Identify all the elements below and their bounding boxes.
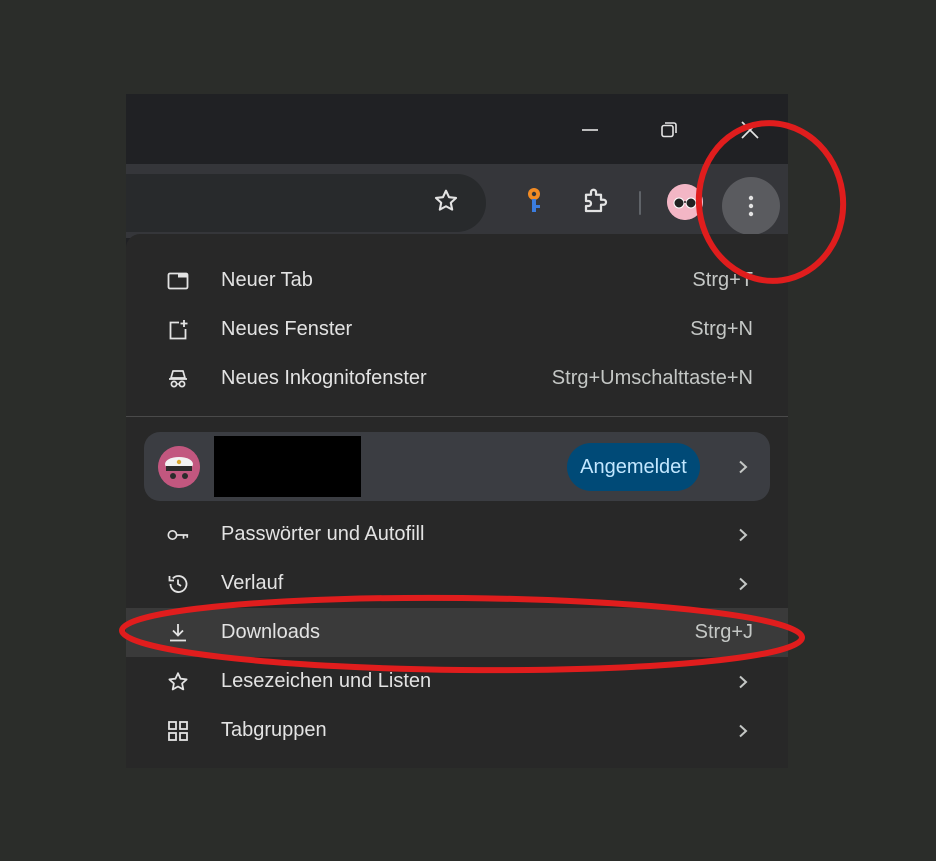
menu-item-history[interactable]: Verlauf [126,559,788,608]
bookmark-star-button[interactable] [426,181,466,221]
menu-item-shortcut: Strg+T [692,269,753,291]
history-icon [166,572,190,596]
menu-item-tab-groups[interactable]: Tabgruppen [126,706,788,755]
minimize-button[interactable] [570,116,610,144]
menu-item-label: Downloads [221,621,320,643]
close-icon [741,121,759,139]
menu-item-partial [126,755,788,768]
title-bar [126,94,788,164]
chrome-menu-button[interactable] [722,177,780,235]
toolbar [126,164,788,238]
toolbar-separator [639,191,641,215]
menu-item-shortcut: Strg+N [690,318,753,340]
profile-avatar-button[interactable] [667,184,703,220]
menu-item-downloads[interactable]: Downloads Strg+J [126,608,788,657]
chevron-right-icon [736,675,750,689]
menu-item-incognito[interactable]: Neues Inkognitofenster Strg+Umschalttast… [126,354,788,403]
new-tab-icon [166,269,190,293]
incognito-icon [166,367,190,391]
key-icon [528,188,540,212]
chevron-right-icon [736,577,750,591]
close-window-button[interactable] [730,116,770,144]
puzzle-icon [584,188,608,213]
password-extension-button[interactable] [514,181,554,221]
tab-groups-icon [166,719,190,743]
signed-in-status-badge[interactable]: Angemeldet [567,443,700,491]
avatar-captain-hat [158,446,200,488]
menu-item-label: Verlauf [221,572,284,594]
menu-item-shortcut: Strg+J [694,621,753,643]
menu-item-label: Lesezeichen und Listen [221,670,432,692]
chevron-right-icon [736,528,750,542]
new-window-icon [166,318,190,342]
extensions-button[interactable] [576,181,616,221]
chrome-main-menu: Neuer Tab Strg+T Neues Fenster Strg+N Ne… [126,234,788,768]
menu-item-passwords-autofill[interactable]: Passwörter und Autofill [126,510,788,559]
star-outline-icon [166,670,190,694]
profile-name-redacted [214,436,361,497]
minimize-icon [582,129,598,131]
chevron-right-icon [736,460,750,474]
menu-item-label: Neues Inkognitofenster [221,367,427,389]
menu-item-bookmarks-lists[interactable]: Lesezeichen und Listen [126,657,788,706]
menu-item-shortcut: Strg+Umschalttaste+N [551,367,753,389]
restore-icon [661,122,677,138]
restore-button[interactable] [649,116,689,144]
menu-item-label: Neues Fenster [221,318,353,340]
menu-item-label: Neuer Tab [221,269,313,291]
menu-item-label: Tabgruppen [221,719,327,741]
avatar-sunglasses [667,184,703,220]
menu-divider [126,416,788,417]
menu-item-new-window[interactable]: Neues Fenster Strg+N [126,305,788,354]
browser-window: Neuer Tab Strg+T Neues Fenster Strg+N Ne… [126,94,788,768]
menu-item-new-tab[interactable]: Neuer Tab Strg+T [126,256,788,305]
partial-icon [166,765,190,768]
chevron-right-icon [736,724,750,738]
star-outline-icon [434,189,458,211]
menu-item-label: Passwörter und Autofill [221,523,425,545]
profile-card[interactable]: Angemeldet [144,432,770,501]
three-dots-vertical-icon [748,195,754,217]
download-icon [166,621,190,645]
profile-avatar [158,446,200,488]
key-icon [166,523,190,547]
